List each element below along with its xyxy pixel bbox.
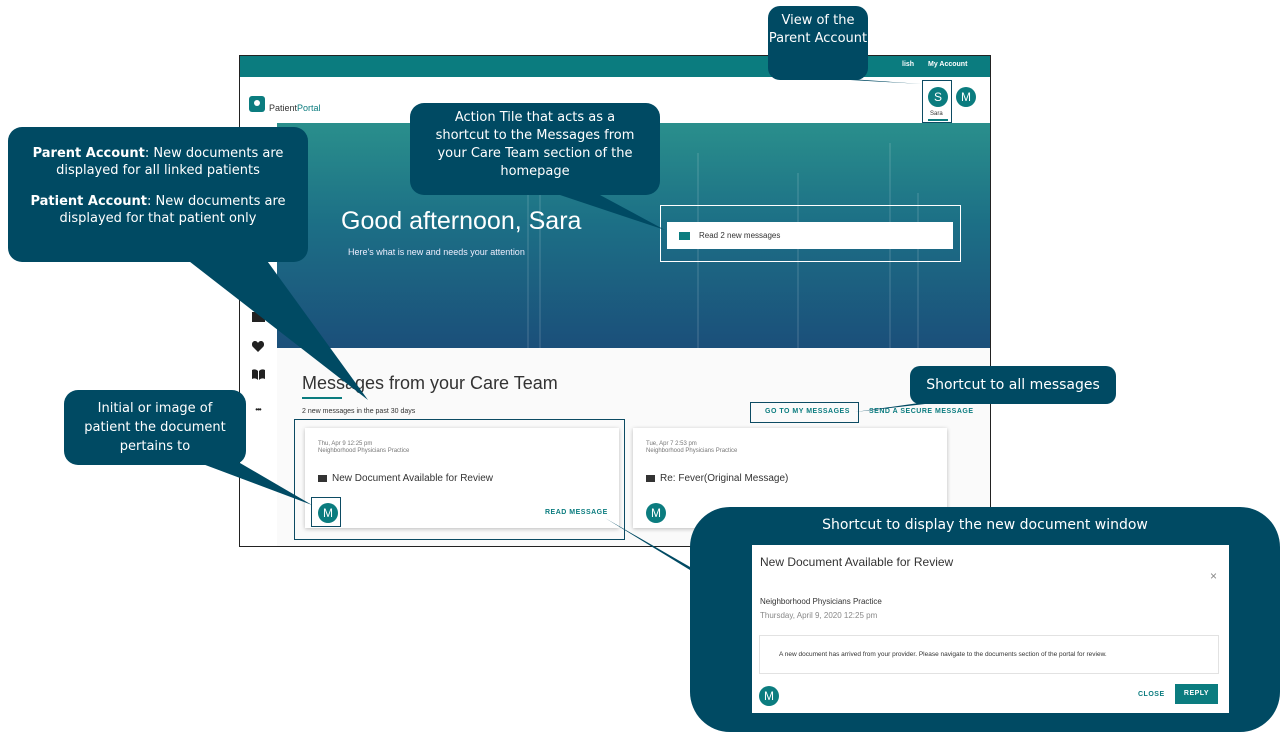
callout-shortcut-all: Shortcut to all messages [910, 366, 1116, 404]
callout-action-tile: Action Tile that acts as a shortcut to t… [410, 103, 660, 195]
patient-account-note: Patient Account: New documents are displ… [30, 194, 286, 226]
parent-account-note: Parent Account: New documents are displa… [32, 146, 284, 178]
modal-practice: Neighborhood Physicians Practice [760, 597, 882, 606]
modal-body-text: A new document has arrived from your pro… [779, 651, 1107, 658]
callout-initial: Initial or image of patient the document… [64, 390, 246, 465]
callout-parent-view: View of the Parent Account [768, 6, 868, 80]
modal-title: New Document Available for Review [760, 555, 954, 569]
patient-avatar: M [759, 686, 779, 706]
new-document-modal: New Document Available for Review × Neig… [752, 545, 1229, 713]
reply-button[interactable]: REPLY [1175, 684, 1218, 704]
close-button[interactable]: CLOSE [1138, 691, 1165, 698]
modal-body: A new document has arrived from your pro… [759, 635, 1219, 674]
callout-accounts: Parent Account: New documents are displa… [8, 127, 308, 262]
callout-shortcut-doc-title: Shortcut to display the new document win… [822, 517, 1148, 533]
modal-date: Thursday, April 9, 2020 12:25 pm [760, 611, 878, 620]
close-icon[interactable]: × [1210, 569, 1217, 583]
